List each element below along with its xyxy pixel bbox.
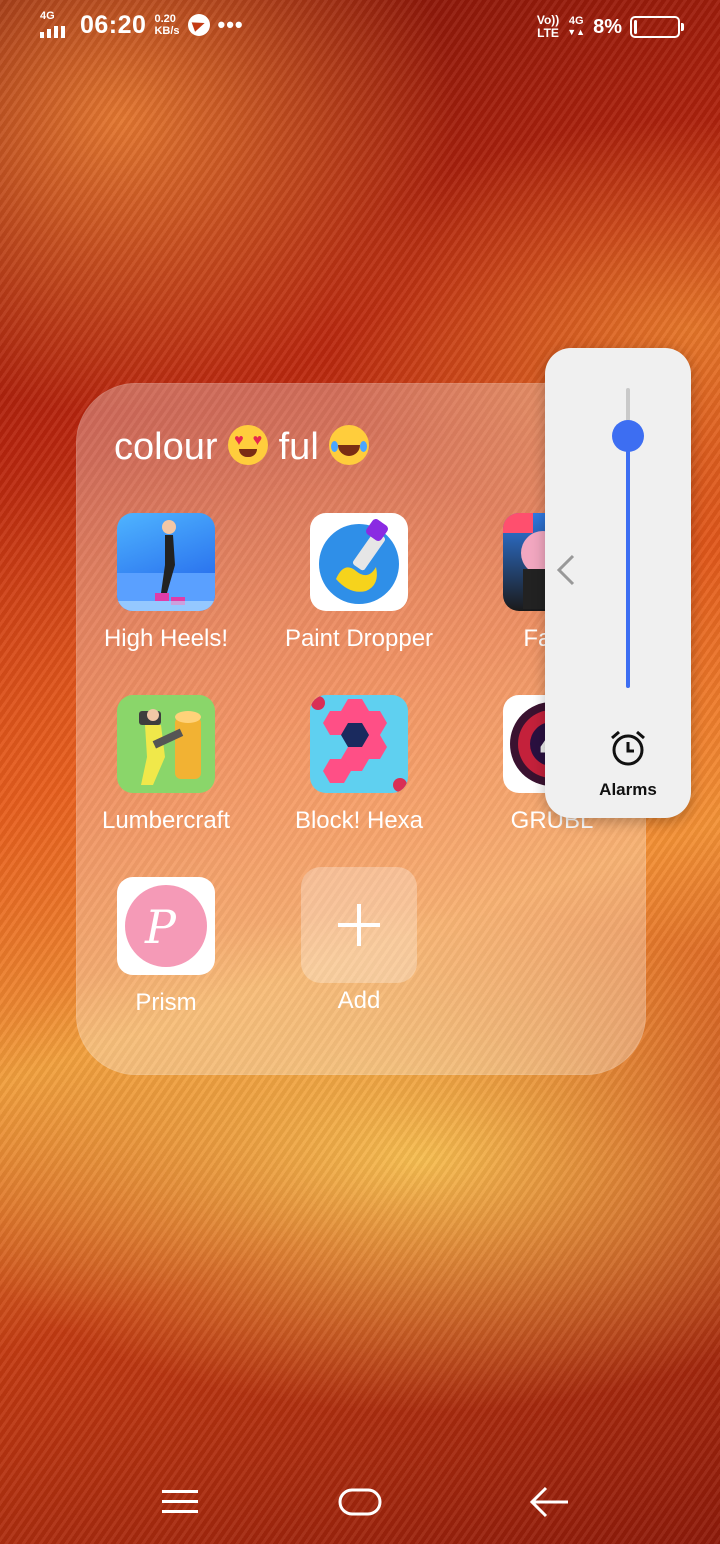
home-icon[interactable]	[330, 1480, 390, 1524]
battery-percent: 8%	[593, 15, 622, 38]
block-hexa-icon	[310, 695, 408, 793]
lumbercraft-icon	[117, 695, 215, 793]
cellular-signal-icon: 4G	[38, 10, 72, 40]
app-add[interactable]: Add	[269, 867, 449, 1015]
chevron-left-icon[interactable]	[555, 554, 577, 586]
volume-panel: Alarms	[545, 348, 691, 818]
navigation-bar	[0, 1460, 720, 1544]
app-block-hexa[interactable]: Block! Hexa	[269, 695, 449, 835]
prism-icon: P	[117, 877, 215, 975]
menu-icon[interactable]	[150, 1480, 210, 1524]
high-heels-icon	[117, 513, 215, 611]
clock: 06:20	[80, 10, 147, 39]
add-icon	[301, 867, 417, 983]
volte-indicator: Vo)) LTE	[536, 13, 560, 40]
app-lumbercraft[interactable]: Lumbercraft	[76, 695, 256, 835]
telegram-icon	[187, 14, 210, 36]
network-speed: 0.20 KB/s	[154, 13, 180, 37]
svg-text:P: P	[144, 900, 177, 954]
app-high-heels[interactable]: High Heels!	[76, 513, 256, 653]
paint-dropper-icon	[310, 513, 408, 611]
volume-stream-label: Alarms	[599, 780, 657, 799]
status-bar: 4G 06:20 0.20 KB/s ••• Vo)) LTE 4G ▼▲ 8%	[0, 0, 720, 60]
folder-title[interactable]: colour ful	[114, 425, 370, 469]
app-prism[interactable]: P Prism	[76, 877, 256, 1017]
data-network-icon: 4G ▼▲	[567, 15, 586, 38]
heart-eyes-emoji-icon	[228, 425, 269, 465]
volume-slider-fill	[626, 436, 630, 688]
battery-icon	[630, 16, 684, 38]
back-arrow-icon[interactable]	[520, 1480, 580, 1524]
laughing-tears-emoji-icon	[329, 425, 370, 465]
network-type: 4G	[40, 10, 55, 22]
app-paint-dropper[interactable]: Paint Dropper	[269, 513, 449, 653]
volume-slider-thumb[interactable]	[612, 420, 644, 452]
more-notifications-icon: •••	[217, 12, 244, 37]
alarm-clock-icon[interactable]	[608, 728, 648, 768]
